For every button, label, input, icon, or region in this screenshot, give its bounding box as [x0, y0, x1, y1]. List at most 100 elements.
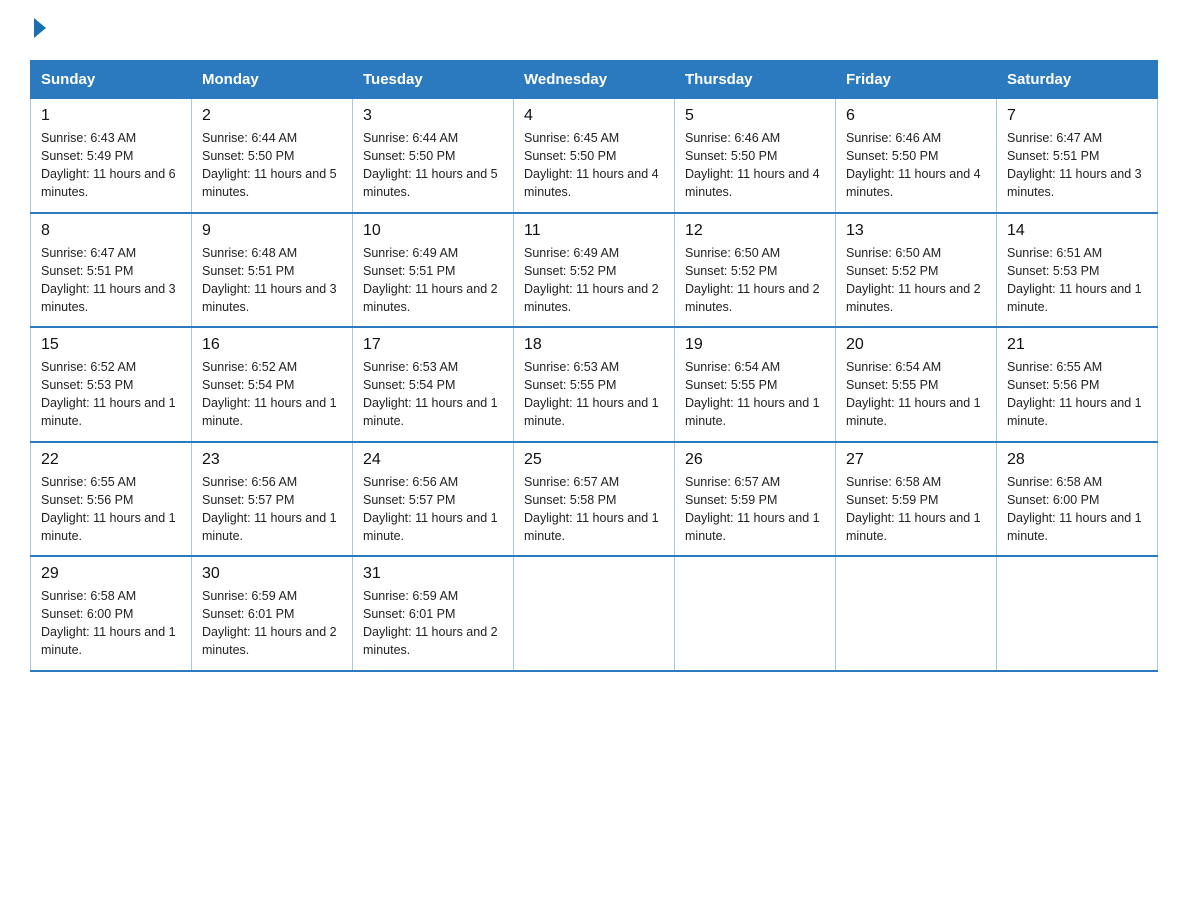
- logo-arrow-icon: [34, 18, 46, 38]
- calendar-day-cell: 12 Sunrise: 6:50 AMSunset: 5:52 PMDayligh…: [675, 213, 836, 328]
- day-of-week-header: Monday: [192, 61, 353, 99]
- day-info: Sunrise: 6:58 AMSunset: 5:59 PMDaylight:…: [846, 473, 986, 546]
- calendar-day-cell: 24 Sunrise: 6:56 AMSunset: 5:57 PMDayligh…: [353, 442, 514, 557]
- day-info: Sunrise: 6:43 AMSunset: 5:49 PMDaylight:…: [41, 129, 181, 202]
- calendar-table: SundayMondayTuesdayWednesdayThursdayFrid…: [30, 60, 1158, 672]
- day-number: 10: [363, 222, 503, 240]
- day-info: Sunrise: 6:53 AMSunset: 5:55 PMDaylight:…: [524, 358, 664, 431]
- calendar-day-cell: 19 Sunrise: 6:54 AMSunset: 5:55 PMDayligh…: [675, 327, 836, 442]
- calendar-day-cell: 21Sunrise: 6:55 AMSunset: 5:56 PMDayligh…: [997, 327, 1158, 442]
- day-info: Sunrise: 6:46 AMSunset: 5:50 PMDaylight:…: [846, 129, 986, 202]
- calendar-day-cell: 8 Sunrise: 6:47 AMSunset: 5:51 PMDaylight…: [31, 213, 192, 328]
- day-info: Sunrise: 6:45 AMSunset: 5:50 PMDaylight:…: [524, 129, 664, 202]
- calendar-day-cell: 6 Sunrise: 6:46 AMSunset: 5:50 PMDaylight…: [836, 99, 997, 213]
- day-info: Sunrise: 6:56 AMSunset: 5:57 PMDaylight:…: [202, 473, 342, 546]
- calendar-day-cell: 14 Sunrise: 6:51 AMSunset: 5:53 PMDayligh…: [997, 213, 1158, 328]
- calendar-day-cell: [997, 556, 1158, 671]
- day-number: 19: [685, 336, 825, 354]
- calendar-day-cell: 1 Sunrise: 6:43 AMSunset: 5:49 PMDaylight…: [31, 99, 192, 213]
- day-info: Sunrise: 6:54 AMSunset: 5:55 PMDaylight:…: [846, 358, 986, 431]
- day-info: Sunrise: 6:50 AMSunset: 5:52 PMDaylight:…: [685, 244, 825, 317]
- day-info: Sunrise: 6:53 AMSunset: 5:54 PMDaylight:…: [363, 358, 503, 431]
- calendar-day-cell: 29 Sunrise: 6:58 AMSunset: 6:00 PMDayligh…: [31, 556, 192, 671]
- day-number: 25: [524, 451, 664, 469]
- calendar-week-row: 8 Sunrise: 6:47 AMSunset: 5:51 PMDaylight…: [31, 213, 1158, 328]
- calendar-week-row: 15 Sunrise: 6:52 AMSunset: 5:53 PMDayligh…: [31, 327, 1158, 442]
- day-number: 26: [685, 451, 825, 469]
- calendar-day-cell: 7 Sunrise: 6:47 AMSunset: 5:51 PMDaylight…: [997, 99, 1158, 213]
- calendar-week-row: 22Sunrise: 6:55 AMSunset: 5:56 PMDayligh…: [31, 442, 1158, 557]
- day-number: 24: [363, 451, 503, 469]
- calendar-day-cell: 28Sunrise: 6:58 AMSunset: 6:00 PMDayligh…: [997, 442, 1158, 557]
- day-number: 8: [41, 222, 181, 240]
- calendar-day-cell: 3 Sunrise: 6:44 AMSunset: 5:50 PMDaylight…: [353, 99, 514, 213]
- day-number: 6: [846, 107, 986, 125]
- day-info: Sunrise: 6:59 AMSunset: 6:01 PMDaylight:…: [363, 587, 503, 660]
- calendar-day-cell: 5Sunrise: 6:46 AMSunset: 5:50 PMDaylight…: [675, 99, 836, 213]
- day-info: Sunrise: 6:54 AMSunset: 5:55 PMDaylight:…: [685, 358, 825, 431]
- calendar-day-cell: 2 Sunrise: 6:44 AMSunset: 5:50 PMDaylight…: [192, 99, 353, 213]
- day-number: 21: [1007, 336, 1147, 354]
- day-number: 27: [846, 451, 986, 469]
- day-info: Sunrise: 6:52 AMSunset: 5:53 PMDaylight:…: [41, 358, 181, 431]
- calendar-day-cell: [836, 556, 997, 671]
- day-info: Sunrise: 6:52 AMSunset: 5:54 PMDaylight:…: [202, 358, 342, 431]
- calendar-day-cell: [514, 556, 675, 671]
- day-info: Sunrise: 6:44 AMSunset: 5:50 PMDaylight:…: [363, 129, 503, 202]
- calendar-day-cell: 15 Sunrise: 6:52 AMSunset: 5:53 PMDayligh…: [31, 327, 192, 442]
- day-info: Sunrise: 6:49 AMSunset: 5:52 PMDaylight:…: [524, 244, 664, 317]
- day-of-week-header: Sunday: [31, 61, 192, 99]
- day-number: 30: [202, 565, 342, 583]
- day-number: 15: [41, 336, 181, 354]
- calendar-day-cell: 31 Sunrise: 6:59 AMSunset: 6:01 PMDayligh…: [353, 556, 514, 671]
- calendar-day-cell: 16 Sunrise: 6:52 AMSunset: 5:54 PMDayligh…: [192, 327, 353, 442]
- calendar-day-cell: 25 Sunrise: 6:57 AMSunset: 5:58 PMDayligh…: [514, 442, 675, 557]
- day-number: 17: [363, 336, 503, 354]
- calendar-header: SundayMondayTuesdayWednesdayThursdayFrid…: [31, 61, 1158, 99]
- day-number: 12: [685, 222, 825, 240]
- day-of-week-header: Thursday: [675, 61, 836, 99]
- calendar-day-cell: 22Sunrise: 6:55 AMSunset: 5:56 PMDayligh…: [31, 442, 192, 557]
- calendar-day-cell: 9 Sunrise: 6:48 AMSunset: 5:51 PMDaylight…: [192, 213, 353, 328]
- day-info: Sunrise: 6:47 AMSunset: 5:51 PMDaylight:…: [41, 244, 181, 317]
- day-info: Sunrise: 6:48 AMSunset: 5:51 PMDaylight:…: [202, 244, 342, 317]
- calendar-day-cell: 26 Sunrise: 6:57 AMSunset: 5:59 PMDayligh…: [675, 442, 836, 557]
- day-number: 16: [202, 336, 342, 354]
- day-of-week-header: Saturday: [997, 61, 1158, 99]
- page-header: [30, 20, 1158, 40]
- day-number: 31: [363, 565, 503, 583]
- day-number: 1: [41, 107, 181, 125]
- day-number: 20: [846, 336, 986, 354]
- day-number: 23: [202, 451, 342, 469]
- logo: [30, 20, 46, 40]
- day-number: 14: [1007, 222, 1147, 240]
- day-number: 3: [363, 107, 503, 125]
- calendar-week-row: 29 Sunrise: 6:58 AMSunset: 6:00 PMDayligh…: [31, 556, 1158, 671]
- day-info: Sunrise: 6:51 AMSunset: 5:53 PMDaylight:…: [1007, 244, 1147, 317]
- calendar-day-cell: 11 Sunrise: 6:49 AMSunset: 5:52 PMDayligh…: [514, 213, 675, 328]
- day-info: Sunrise: 6:56 AMSunset: 5:57 PMDaylight:…: [363, 473, 503, 546]
- calendar-day-cell: [675, 556, 836, 671]
- day-number: 18: [524, 336, 664, 354]
- calendar-body: 1 Sunrise: 6:43 AMSunset: 5:49 PMDaylight…: [31, 99, 1158, 671]
- day-info: Sunrise: 6:57 AMSunset: 5:58 PMDaylight:…: [524, 473, 664, 546]
- day-number: 29: [41, 565, 181, 583]
- day-number: 22: [41, 451, 181, 469]
- calendar-day-cell: 18 Sunrise: 6:53 AMSunset: 5:55 PMDayligh…: [514, 327, 675, 442]
- day-info: Sunrise: 6:58 AMSunset: 6:00 PMDaylight:…: [41, 587, 181, 660]
- calendar-day-cell: 23 Sunrise: 6:56 AMSunset: 5:57 PMDayligh…: [192, 442, 353, 557]
- day-number: 9: [202, 222, 342, 240]
- day-info: Sunrise: 6:46 AMSunset: 5:50 PMDaylight:…: [685, 129, 825, 202]
- calendar-day-cell: 27 Sunrise: 6:58 AMSunset: 5:59 PMDayligh…: [836, 442, 997, 557]
- day-info: Sunrise: 6:49 AMSunset: 5:51 PMDaylight:…: [363, 244, 503, 317]
- calendar-day-cell: 20 Sunrise: 6:54 AMSunset: 5:55 PMDayligh…: [836, 327, 997, 442]
- day-number: 2: [202, 107, 342, 125]
- day-number: 7: [1007, 107, 1147, 125]
- day-info: Sunrise: 6:44 AMSunset: 5:50 PMDaylight:…: [202, 129, 342, 202]
- day-info: Sunrise: 6:57 AMSunset: 5:59 PMDaylight:…: [685, 473, 825, 546]
- calendar-day-cell: 4Sunrise: 6:45 AMSunset: 5:50 PMDaylight…: [514, 99, 675, 213]
- day-info: Sunrise: 6:47 AMSunset: 5:51 PMDaylight:…: [1007, 129, 1147, 202]
- calendar-day-cell: 13Sunrise: 6:50 AMSunset: 5:52 PMDayligh…: [836, 213, 997, 328]
- day-number: 11: [524, 222, 664, 240]
- calendar-week-row: 1 Sunrise: 6:43 AMSunset: 5:49 PMDaylight…: [31, 99, 1158, 213]
